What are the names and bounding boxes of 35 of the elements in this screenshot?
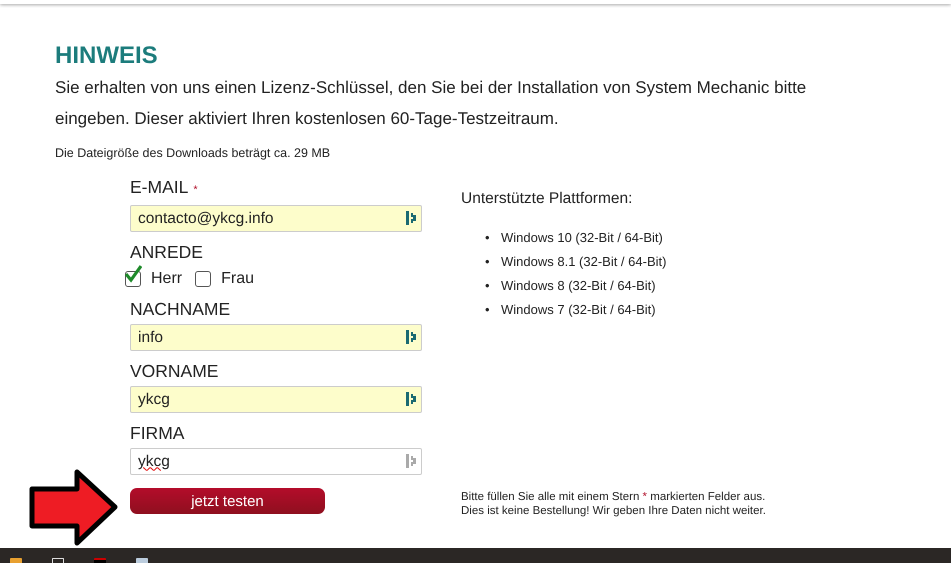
bullet: • [485,229,491,247]
platform-item: Windows 7 (32-Bit / 64-Bit) [501,301,656,319]
privacy-note: Dies ist keine Bestellung! Wir geben Ihre Daten nicht weiter. [461,504,766,518]
checkbox[interactable] [195,271,212,287]
field-label: FIRMA [130,422,184,444]
tick-icon [124,265,142,283]
platform-item: Windows 8.1 (32-Bit / 64-Bit) [501,253,666,271]
password-manager-icon[interactable] [406,211,416,225]
password-manager-icon[interactable] [406,392,416,406]
password-manager-icon[interactable] [406,330,416,344]
bullet: • [485,301,491,319]
checkbox[interactable] [125,271,141,287]
bullet: • [485,277,491,295]
field-label: E-MAIL [130,176,188,198]
option-label: Herr [151,270,182,288]
platform-item: Windows 8 (32-Bit / 64-Bit) [501,277,656,295]
notice-text: Sie erhalten von uns einen Lizenz-Schlüssel, den Sie bei der Installation von System Mechanic bitte eingeben. Dieser aktiviert Ihren kostenlosen 60-Tage-Testzeitraum. [55,77,808,130]
text-field[interactable]: ykcg [130,386,422,413]
platforms-title: Unterstützte Plattformen: [461,190,634,208]
app-icon[interactable] [94,558,106,563]
field-label: ANREDE [130,241,203,263]
text-field[interactable]: contacto@ykcg.info [130,205,422,232]
text-field[interactable]: info [130,324,422,351]
submit-button[interactable]: jetzt testen [130,488,325,514]
required-note: Bitte füllen Sie alle mit einem Stern * markierten Felder aus. [461,490,766,504]
required-mark: * [193,183,198,198]
download-size-text: Die Dateigröße des Downloads beträgt ca. 29 MB [55,146,332,160]
option-label: Frau [221,270,254,288]
field-label: NACHNAME [130,298,230,320]
platform-item: Windows 10 (32-Bit / 64-Bit) [501,229,663,247]
bullet: • [485,253,491,271]
notice-title: HINWEIS [55,42,159,70]
window-icon[interactable] [52,558,64,563]
field-label: VORNAME [130,360,218,382]
text-field[interactable]: ykcg [130,448,422,475]
